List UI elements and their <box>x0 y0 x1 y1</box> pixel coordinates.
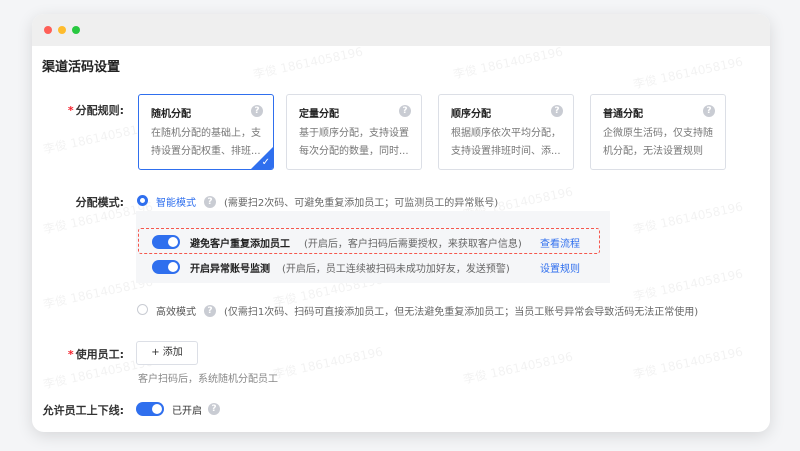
page-title: 渠道活码设置 <box>42 60 121 75</box>
card-title: 普通分配 <box>603 109 643 120</box>
card-title: 顺序分配 <box>451 109 491 120</box>
card-description: 基于顺序分配，支持设置每次分配的数量，同时... <box>299 128 409 157</box>
question-icon[interactable]: ? <box>204 305 216 317</box>
distribution-mode-label: 分配模式: <box>75 196 124 209</box>
staff-label-text: 使用员工: <box>75 348 124 361</box>
question-icon[interactable]: ? <box>703 105 715 117</box>
watermark: 李俊 18614058196 <box>271 344 385 382</box>
watermark: 李俊 18614058196 <box>631 344 745 382</box>
efficient-mode-label[interactable]: 高效模式 <box>156 303 196 318</box>
online-toggle-label: 允许员工上下线: <box>42 404 124 417</box>
question-icon[interactable]: ? <box>399 105 411 117</box>
efficient-mode-radio[interactable] <box>137 304 148 315</box>
rule-card-random[interactable]: 随机分配 ? 在随机分配的基础上，支持设置分配权重、排班... ✓ <box>138 94 274 170</box>
smart-mode-label[interactable]: 智能模式 <box>156 194 196 209</box>
anomaly-monitor-switch[interactable] <box>152 260 180 274</box>
watermark: 李俊 18614058196 <box>251 44 365 82</box>
card-title: 定量分配 <box>299 109 339 120</box>
card-description: 根据顺序依次平均分配，支持设置排班时间、添... <box>451 128 561 157</box>
set-rules-link[interactable]: 设置规则 <box>540 260 580 275</box>
watermark: 李俊 18614058196 <box>631 266 745 304</box>
card-description: 企微原生活码，仅支持随机分配，无法设置规则 <box>603 128 713 157</box>
staff-hint: 客户扫码后，系统随机分配员工 <box>138 374 278 385</box>
efficient-mode-hint: (仅需扫1次码、扫码可直接添加员工，但无法避免重复添加员工；当员工账号异常会导致… <box>224 307 699 318</box>
distribution-rule-label: * 分配规则: <box>32 102 124 118</box>
watermark: 李俊 18614058196 <box>631 199 745 237</box>
question-icon[interactable]: ? <box>204 196 216 208</box>
smart-mode-radio[interactable] <box>137 195 148 206</box>
card-title: 随机分配 <box>151 109 191 120</box>
distribution-rule-label-text: 分配规则: <box>75 104 124 117</box>
question-icon[interactable]: ? <box>208 403 220 415</box>
maximize-window-button[interactable] <box>72 26 80 34</box>
app-window: 李俊 18614058196 李俊 18614058196 李俊 1861405… <box>32 14 770 432</box>
avoid-duplicate-hint: (开启后，客户扫码后需要授权，来获取客户信息) <box>304 239 522 250</box>
online-toggle-status: 已开启 <box>172 406 202 417</box>
smart-mode-hint: (需要扫2次码、可避免重复添加员工；可监测员工的异常账号) <box>224 198 499 209</box>
close-window-button[interactable] <box>44 26 52 34</box>
watermark: 李俊 18614058196 <box>451 44 565 82</box>
checkmark-icon: ✓ <box>261 157 270 168</box>
online-toggle-switch[interactable] <box>136 402 164 416</box>
switch-knob <box>168 237 178 247</box>
rule-card-sequential[interactable]: 顺序分配 ? 根据顺序依次平均分配，支持设置排班时间、添... <box>438 94 574 170</box>
anomaly-monitor-label: 开启异常账号监测 <box>190 264 270 275</box>
watermark: 李俊 18614058196 <box>461 349 575 387</box>
required-mark: * <box>67 348 74 361</box>
add-staff-button[interactable]: + 添加 <box>136 341 198 365</box>
avoid-duplicate-label: 避免客户重复添加员工 <box>190 239 290 250</box>
rule-card-normal[interactable]: 普通分配 ? 企微原生活码，仅支持随机分配，无法设置规则 <box>590 94 726 170</box>
title-bar <box>32 14 770 46</box>
card-description: 在随机分配的基础上，支持设置分配权重、排班... <box>151 128 261 157</box>
minimize-window-button[interactable] <box>58 26 66 34</box>
switch-knob <box>152 404 162 414</box>
avoid-duplicate-switch[interactable] <box>152 235 180 249</box>
switch-knob <box>168 262 178 272</box>
staff-label: * 使用员工: <box>32 346 124 362</box>
question-icon[interactable]: ? <box>551 105 563 117</box>
anomaly-monitor-hint: (开启后，员工连续被扫码未成功加好友，发送预警) <box>282 264 510 275</box>
question-icon[interactable]: ? <box>251 105 263 117</box>
view-process-link[interactable]: 查看流程 <box>540 235 580 250</box>
required-mark: * <box>67 104 74 117</box>
watermark: 李俊 18614058196 <box>631 54 745 92</box>
rule-card-quantity[interactable]: 定量分配 ? 基于顺序分配，支持设置每次分配的数量，同时... <box>286 94 422 170</box>
